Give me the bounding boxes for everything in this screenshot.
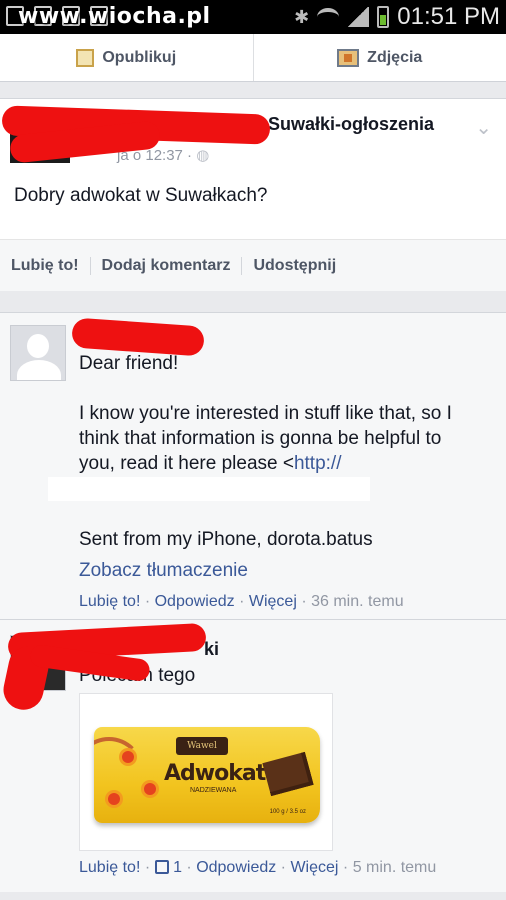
chocolate-bar-image: Wawel Adwokat NADZIEWANA 100 g / 3.5 oz: [94, 727, 320, 823]
comment-text-line: Dear friend!: [79, 353, 179, 374]
signal-icon: [347, 7, 370, 27]
product-weight: 100 g / 3.5 oz: [269, 809, 306, 815]
comment-avatar[interactable]: [10, 325, 66, 381]
comment-divider: [0, 619, 506, 620]
comment-reply-link[interactable]: Odpowiedz: [196, 859, 276, 876]
comment-time: 36 min. temu: [311, 593, 404, 610]
see-translation-link[interactable]: Zobacz tłumaczenie: [79, 560, 248, 582]
status-indicators: ✱ 01:51 PM: [294, 3, 500, 31]
like-button[interactable]: Lubię to!: [0, 257, 90, 275]
composer-action-bar: Opublikuj Zdjęcia: [0, 34, 506, 82]
publish-button[interactable]: Opublikuj: [0, 34, 253, 81]
wifi-icon: [317, 8, 340, 26]
chocolate-piece: [262, 751, 314, 797]
comment-reply-link[interactable]: Odpowiedz: [155, 593, 235, 610]
comment-author-name[interactable]: ki: [204, 639, 219, 660]
battery-icon: [377, 6, 390, 28]
comments-section: D Dear friend! I know you're interested …: [0, 312, 506, 892]
comment-more-link[interactable]: Więcej: [249, 593, 297, 610]
comment-meta: Lubię to! · 1 · Odpowiedz · Więcej · 5 m…: [79, 859, 437, 876]
comment-like-link[interactable]: Lubię to!: [79, 859, 140, 876]
comment-photo[interactable]: Wawel Adwokat NADZIEWANA 100 g / 3.5 oz: [79, 693, 333, 851]
publish-label: Opublikuj: [102, 48, 177, 66]
comment-button[interactable]: Dodaj komentarz: [89, 256, 242, 275]
comment-meta: Lubię to! · Odpowiedz · Więcej · 36 min.…: [79, 593, 404, 610]
post-author-name[interactable]: Suwałki-ogłoszenia: [268, 114, 434, 135]
photos-label: Zdjęcia: [367, 48, 423, 66]
photo-icon: [337, 48, 360, 67]
comment-time: 5 min. temu: [352, 859, 437, 876]
comment-link[interactable]: http://: [294, 453, 342, 474]
globe-icon: ◍: [196, 147, 210, 164]
comment-text-line: think that information is gonna be helpf…: [79, 428, 442, 449]
link-placeholder: [48, 477, 370, 501]
post-text: Dobry adwokat w Suwałkach?: [14, 185, 268, 206]
brand-logo: Wawel: [176, 737, 228, 755]
photos-button[interactable]: Zdjęcia: [252, 34, 506, 81]
comment-text-line: I know you're interested in stuff like t…: [79, 403, 452, 424]
watermark: www.wiocha.pl: [18, 4, 211, 29]
bluetooth-icon: ✱: [294, 6, 310, 27]
post-action-bar: Lubię to! Dodaj komentarz Udostępnij: [0, 239, 506, 291]
comment-more-link[interactable]: Więcej: [290, 859, 338, 876]
chevron-down-icon[interactable]: ⌄: [475, 115, 492, 140]
comment-signature: Sent from my iPhone, dorota.batus: [79, 529, 373, 550]
share-button[interactable]: Udostępnij: [241, 256, 347, 275]
thumbs-up-icon: [154, 860, 169, 874]
status-bar: www.wiocha.pl ✱ 01:51 PM: [0, 0, 506, 34]
comment-text-line: you, read it here please <http://: [79, 453, 342, 474]
product-name: Adwokat: [164, 761, 266, 786]
status-icon: [76, 48, 95, 67]
clock: 01:51 PM: [397, 3, 500, 30]
product-subtitle: NADZIEWANA: [190, 787, 237, 794]
comment-like-link[interactable]: Lubię to!: [79, 593, 140, 610]
comment-like-count[interactable]: 1: [173, 859, 182, 876]
